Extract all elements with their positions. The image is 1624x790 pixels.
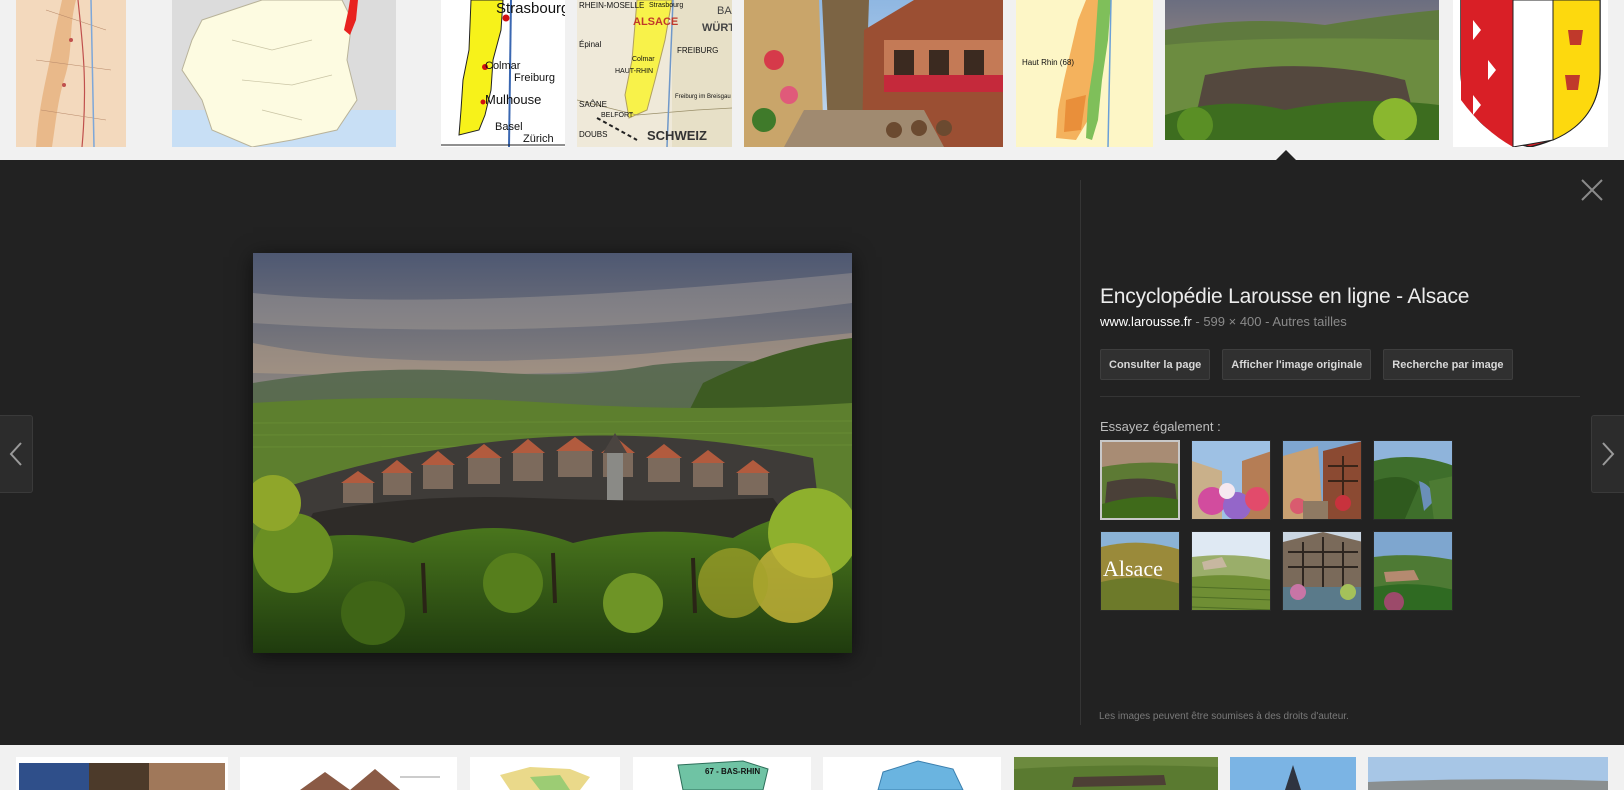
- bottom-thumb-2-graphic: [240, 757, 457, 790]
- alsace-book-cover-title: Alsace: [1103, 556, 1163, 581]
- map-label-haut-rhin-68: Haut Rhin (68): [1022, 58, 1075, 67]
- copyright-notice: Les images peuvent être soumises à des d…: [1099, 711, 1349, 722]
- thumb-haut-rhin-map[interactable]: Haut Rhin (68): [1016, 0, 1153, 147]
- close-icon: [1581, 179, 1603, 201]
- bottom-image-strip: 67 - BAS-RHIN: [0, 745, 1624, 790]
- image-title: Encyclopédie Larousse en ligne - Alsace: [1100, 285, 1470, 308]
- map-label-schweiz: SCHWEIZ: [647, 128, 707, 143]
- map-label-freiburg: Freiburg: [514, 72, 555, 84]
- map-label-belfort: BELFORT: [601, 112, 634, 119]
- main-preview-image[interactable]: [253, 253, 852, 653]
- previous-image-button[interactable]: [0, 415, 33, 493]
- map-label-freiburg-region: FREIBURG: [677, 46, 719, 55]
- thumb-alsace-relief-map[interactable]: [16, 0, 126, 147]
- thumb-alsace-village-street-photo[interactable]: [744, 0, 1003, 147]
- map-label-basel: Basel: [495, 121, 523, 133]
- selected-thumb-indicator: [1276, 150, 1296, 160]
- also-try-thumb-vineyard-hills[interactable]: [1191, 531, 1271, 611]
- colmar-flowers-thumb-graphic: [1192, 441, 1270, 519]
- also-try-thumb-petite-france-canal[interactable]: [1282, 531, 1362, 611]
- map-label-freiburg-im-breisgau: Freiburg im Breisgau: [675, 94, 731, 100]
- village-street-photo-graphic: [744, 0, 1003, 147]
- bottom-thumb-8-graphic: [1368, 757, 1608, 790]
- bottom-thumb-8[interactable]: [1368, 757, 1608, 790]
- map-label-alsace: ALSACE: [633, 16, 679, 28]
- bottom-thumb-4[interactable]: 67 - BAS-RHIN: [633, 757, 811, 790]
- also-try-thumb-riquewihr-vineyard[interactable]: [1100, 440, 1180, 520]
- bottom-thumb-3[interactable]: [470, 757, 620, 790]
- action-buttons: Consulter la page Afficher l'image origi…: [1100, 349, 1580, 380]
- riquewihr-vineyard-thumb-graphic: [1102, 442, 1178, 518]
- haut-rhin-map-graphic: [1016, 0, 1153, 147]
- thumb-alsace-political-map[interactable]: RHEIN-MOSELLE ALSACE WÜRT FREIBURG HAUT-…: [577, 0, 732, 147]
- chevron-right-icon: [1602, 442, 1615, 466]
- thumb-alsace-village-vineyard-photo[interactable]: [1165, 0, 1439, 140]
- meta-separator-2: -: [1261, 314, 1273, 329]
- bottom-thumb-2[interactable]: [240, 757, 457, 790]
- search-by-image-button[interactable]: Recherche par image: [1383, 349, 1513, 380]
- next-image-button[interactable]: [1591, 415, 1624, 493]
- bottom-thumb-7-graphic: [1230, 757, 1356, 790]
- relief-map-graphic: [16, 0, 126, 147]
- bottom-thumb-1[interactable]: [16, 757, 228, 790]
- map-label-epinal: Épinal: [579, 40, 602, 49]
- map-label-rhein-moselle: RHEIN-MOSELLE: [579, 1, 645, 10]
- bottom-thumb-7[interactable]: [1230, 757, 1356, 790]
- also-try-label: Essayez également :: [1100, 419, 1221, 434]
- wine-route-thumb-graphic: [1374, 532, 1452, 610]
- bottom-thumb-4-label: 67 - BAS-RHIN: [705, 767, 761, 776]
- bottom-thumb-6[interactable]: [1014, 757, 1218, 790]
- map-label-colmar: Colmar: [485, 60, 521, 72]
- map-label-wurt: WÜRT: [702, 22, 732, 34]
- thumb-alsace-yellow-road-map[interactable]: Strasbourg Colmar Freiburg Mulhouse Base…: [441, 0, 565, 147]
- map-label-doubs: DOUBS: [579, 130, 608, 139]
- map-label-strasbourg: Strasbourg: [496, 0, 565, 17]
- bottom-thumb-6-graphic: [1014, 757, 1218, 790]
- vineyard-village-photo: [253, 253, 852, 653]
- map-label-strasbourg-political: Strasbourg: [649, 2, 684, 9]
- also-try-thumb-wine-route-panorama[interactable]: [1373, 531, 1453, 611]
- petite-france-thumb-graphic: [1283, 532, 1361, 610]
- source-site-link[interactable]: www.larousse.fr: [1100, 314, 1192, 329]
- bottom-thumb-5-graphic: [823, 757, 1001, 790]
- half-timbered-thumb-graphic: [1283, 441, 1361, 519]
- map-label-zurich: Zürich: [523, 133, 554, 145]
- map-label-haut-rhin: HAUT-RHIN: [615, 68, 654, 75]
- vosges-valley-thumb-graphic: [1374, 441, 1452, 519]
- bottom-thumb-5[interactable]: [823, 757, 1001, 790]
- map-label-colmar-political: Colmar: [632, 56, 655, 63]
- visit-page-button[interactable]: Consulter la page: [1100, 349, 1211, 380]
- image-preview-panel: Encyclopédie Larousse en ligne - Alsace …: [0, 160, 1624, 745]
- france-map-graphic: [172, 0, 396, 147]
- thumb-france-locator-map[interactable]: [172, 0, 396, 147]
- thumb-alsace-coat-of-arms[interactable]: [1453, 0, 1608, 147]
- image-info: Encyclopédie Larousse en ligne - Alsace …: [1100, 285, 1580, 611]
- close-button[interactable]: [1580, 178, 1604, 202]
- panel-divider: [1080, 180, 1081, 725]
- bottom-thumb-3-graphic: [470, 757, 620, 790]
- view-original-button[interactable]: Afficher l'image originale: [1222, 349, 1372, 380]
- also-try-thumb-vosges-valley[interactable]: [1373, 440, 1453, 520]
- map-label-mulhouse: Mulhouse: [485, 92, 542, 107]
- bottom-thumb-1-graphic: [16, 757, 228, 790]
- info-divider: [1100, 396, 1580, 397]
- meta-separator: -: [1191, 314, 1204, 329]
- image-dimensions: 599 × 400: [1203, 314, 1262, 329]
- coat-of-arms-graphic: [1453, 0, 1608, 147]
- also-try-thumb-alsace-book-cover[interactable]: Alsace: [1100, 531, 1180, 611]
- image-meta: www.larousse.fr - 599 × 400 - Autres tai…: [1100, 314, 1580, 329]
- also-try-grid: Alsace: [1100, 440, 1580, 611]
- other-sizes-link[interactable]: Autres tailles: [1272, 314, 1346, 329]
- also-try-thumb-half-timbered-houses[interactable]: [1282, 440, 1362, 520]
- also-try-thumb-colmar-flowers-street[interactable]: [1191, 440, 1271, 520]
- map-label-ba: BA: [717, 5, 732, 17]
- top-image-strip: Strasbourg Colmar Freiburg Mulhouse Base…: [0, 0, 1624, 160]
- chevron-left-icon: [9, 442, 22, 466]
- map-label-saone: SAÔNE: [579, 100, 608, 109]
- vineyard-thumb-graphic: [1165, 0, 1439, 140]
- vineyard-hills-thumb-graphic: [1192, 532, 1270, 610]
